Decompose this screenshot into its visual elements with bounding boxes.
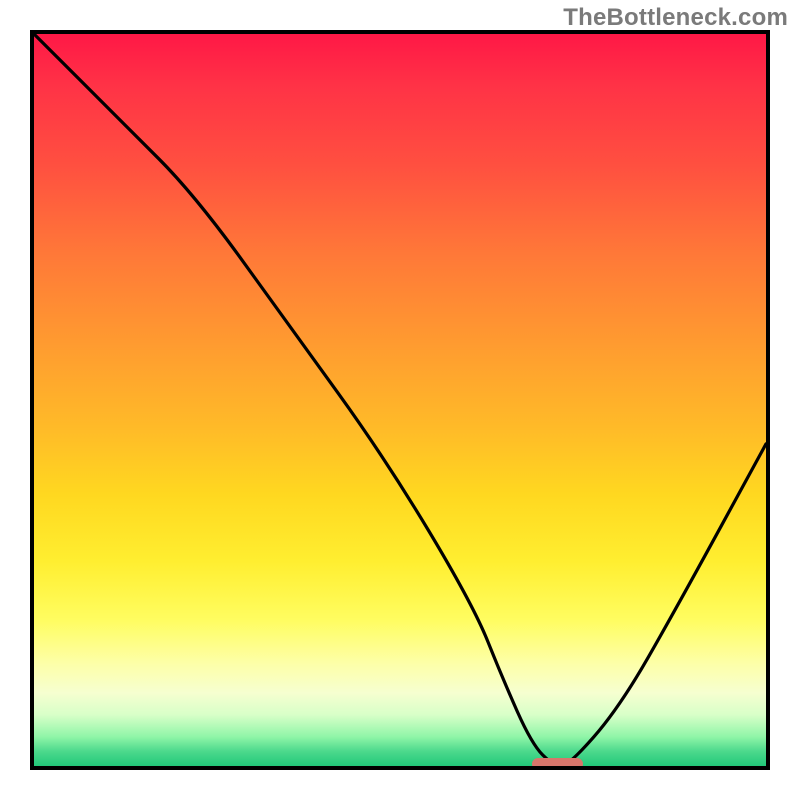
watermark-text: TheBottleneck.com [563,4,788,32]
chart-container: TheBottleneck.com [0,0,800,800]
curve-path [34,34,766,766]
plot-area [30,30,770,770]
optimal-range-marker [532,758,583,770]
bottleneck-curve [34,34,766,766]
